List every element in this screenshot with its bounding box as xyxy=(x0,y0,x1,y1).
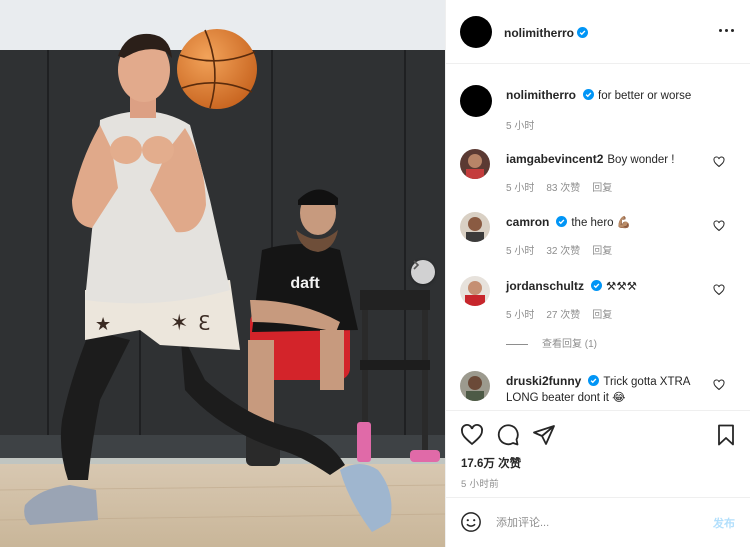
basketball-photo: daft ✶ ★ ℇ xyxy=(0,0,445,547)
replies-divider xyxy=(506,343,528,345)
post-timestamp: 5 小时前 xyxy=(461,479,499,490)
share-icon[interactable] xyxy=(532,423,556,447)
comment-likes[interactable]: 83 次赞 xyxy=(546,183,580,194)
svg-text:✶: ✶ xyxy=(170,311,188,336)
heart-icon[interactable] xyxy=(713,156,725,168)
comment-input[interactable] xyxy=(496,514,676,532)
avatar-image xyxy=(460,149,490,179)
verified-icon xyxy=(583,89,595,100)
heart-icon[interactable] xyxy=(713,379,725,391)
comment-text: camron the hero 💪🏽 xyxy=(506,214,716,231)
verified-icon xyxy=(588,375,600,386)
comment-avatar[interactable] xyxy=(460,371,490,401)
view-replies-button[interactable]: 查看回复 (1) xyxy=(506,335,597,350)
reply-button[interactable]: 回复 xyxy=(592,183,612,194)
caption-body: for better or worse xyxy=(598,90,692,102)
author-username[interactable]: nolimitherro xyxy=(504,26,574,40)
comment-text: jordanschultz ⚒⚒⚒ xyxy=(506,278,716,295)
caption-username[interactable]: nolimitherro xyxy=(506,88,576,102)
caption-meta: 5 小时 xyxy=(506,117,546,132)
reply-button[interactable]: 回复 xyxy=(592,246,612,257)
comment-username[interactable]: jordanschultz xyxy=(506,279,584,293)
add-comment-bar: 发布 xyxy=(446,497,750,547)
view-replies-label: 查看回复 (1) xyxy=(542,339,597,350)
post-photo[interactable]: daft ✶ ★ ℇ xyxy=(0,0,445,547)
comment-likes[interactable]: 27 次赞 xyxy=(546,310,580,321)
heart-icon[interactable] xyxy=(713,220,725,232)
comment-icon[interactable] xyxy=(496,423,520,447)
svg-text:★: ★ xyxy=(95,314,111,335)
comment-username[interactable]: camron xyxy=(506,215,549,229)
comment-time: 5 小时 xyxy=(506,183,535,194)
reply-button[interactable]: 回复 xyxy=(592,310,612,321)
verified-icon xyxy=(591,280,603,291)
comment-body: ⚒⚒⚒ xyxy=(606,281,637,293)
comment-username[interactable]: iamgabevincent2 xyxy=(506,152,603,166)
comment-avatar[interactable] xyxy=(460,276,490,306)
comment-text: druski2funny Trick gotta XTRA LONG beater… xyxy=(506,373,716,406)
comment-body: Boy wonder ! xyxy=(607,154,675,166)
comment-username[interactable]: druski2funny xyxy=(506,374,581,388)
comment-meta: 5 小时 27 次赞 回复 xyxy=(506,306,624,321)
save-icon[interactable] xyxy=(714,423,738,447)
carousel-next-icon xyxy=(413,260,420,270)
comment-avatar[interactable] xyxy=(460,149,490,179)
heart-icon[interactable] xyxy=(460,423,484,447)
post-comment-button[interactable]: 发布 xyxy=(713,515,735,531)
heart-icon[interactable] xyxy=(713,284,725,296)
post-header: nolimitherro xyxy=(446,0,750,64)
author-avatar[interactable] xyxy=(460,16,492,48)
caption-avatar[interactable] xyxy=(460,85,492,117)
emoji-icon[interactable] xyxy=(460,511,482,533)
instagram-post: daft ✶ ★ ℇ nolimitherro nolimitherro for… xyxy=(0,0,750,547)
caption-time: 5 小时 xyxy=(506,121,535,132)
avatar-image xyxy=(460,371,490,401)
comment-time: 5 小时 xyxy=(506,310,535,321)
comment-meta: 5 小时 83 次赞 回复 xyxy=(506,179,624,194)
avatar-image xyxy=(460,212,490,242)
more-options-icon[interactable] xyxy=(719,22,735,38)
avatar-image xyxy=(460,276,490,306)
svg-text:ℇ: ℇ xyxy=(198,311,210,335)
comment-avatar[interactable] xyxy=(460,212,490,242)
svg-text:daft: daft xyxy=(290,275,320,292)
post-sidebar: nolimitherro nolimitherro for better or w… xyxy=(445,0,750,547)
verified-icon xyxy=(577,27,589,38)
comment-meta: 5 小时 32 次赞 回复 xyxy=(506,242,624,257)
comment-time: 5 小时 xyxy=(506,246,535,257)
comments-list: nolimitherro for better or worse 5 小时 iam… xyxy=(446,65,750,410)
caption-text: nolimitherro for better or worse xyxy=(506,87,716,104)
comment-likes[interactable]: 32 次赞 xyxy=(546,246,580,257)
likes-count[interactable]: 17.6万 次赞 xyxy=(461,455,521,471)
post-actions: 17.6万 次赞 5 小时前 xyxy=(446,410,750,497)
basketball xyxy=(177,29,257,109)
verified-icon xyxy=(556,216,568,227)
comment-text: iamgabevincent2 Boy wonder ! xyxy=(506,151,716,168)
author-name-row: nolimitherro xyxy=(504,24,589,42)
comment-body: the hero 💪🏽 xyxy=(571,217,632,229)
carousel-next-button[interactable] xyxy=(411,260,435,284)
